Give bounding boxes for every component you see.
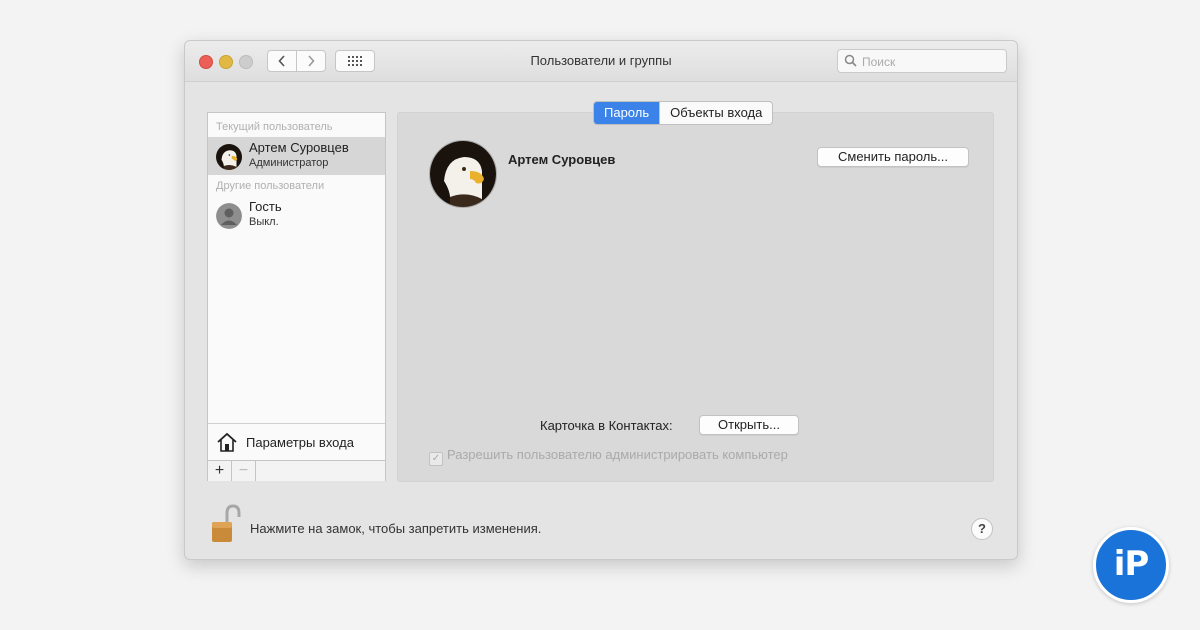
current-user-header: Текущий пользователь	[216, 121, 333, 133]
login-options-label: Параметры входа	[246, 435, 354, 450]
preferences-window: Пользователи и группы Текущий пользовате…	[184, 40, 1018, 560]
titlebar: Пользователи и группы	[185, 41, 1017, 82]
user-row-admin[interactable]: Артем Суровцев Администратор	[208, 137, 385, 175]
show-all-button[interactable]	[335, 50, 375, 72]
user-avatar-large[interactable]	[429, 140, 497, 208]
chevron-left-icon	[278, 55, 285, 67]
search-input[interactable]	[860, 52, 1004, 72]
guest-avatar-icon	[216, 203, 242, 229]
avatar	[216, 203, 242, 229]
tab-login-items[interactable]: Объекты входа	[659, 102, 772, 124]
user-full-name: Артем Суровцев	[508, 152, 616, 167]
remove-user-button[interactable]: −	[232, 461, 256, 481]
back-button[interactable]	[267, 50, 297, 72]
contacts-card-label: Карточка в Контактах:	[540, 418, 673, 433]
avatar	[216, 144, 242, 170]
allow-admin-label: Разрешить пользователю администрировать …	[447, 447, 788, 462]
add-user-button[interactable]: +	[208, 461, 232, 481]
forward-button[interactable]	[296, 50, 326, 72]
zoom-button[interactable]	[239, 55, 253, 69]
close-button[interactable]	[199, 55, 213, 69]
minimize-button[interactable]	[219, 55, 233, 69]
tab-bar: Пароль Объекты входа	[593, 101, 774, 125]
lock-hint: Нажмите на замок, чтобы запретить измене…	[250, 521, 542, 536]
user-status: Выкл.	[249, 216, 279, 228]
unlocked-padlock-icon[interactable]	[209, 503, 243, 545]
users-sidebar: Текущий пользователь Артем Суровцев Адми…	[207, 112, 386, 481]
chevron-right-icon	[308, 55, 315, 67]
user-name: Гость	[249, 199, 282, 214]
open-contacts-button[interactable]: Открыть...	[699, 415, 799, 435]
allow-admin-row: ✓ Разрешить пользователю администрировать…	[429, 447, 788, 466]
house-icon	[217, 432, 237, 452]
user-row-guest[interactable]: Гость Выкл.	[208, 196, 385, 234]
eagle-avatar-icon	[430, 141, 496, 207]
help-button[interactable]: ?	[971, 518, 993, 540]
allow-admin-checkbox[interactable]: ✓	[429, 452, 443, 466]
search-field[interactable]	[837, 49, 1007, 73]
user-role: Администратор	[249, 157, 329, 169]
user-name: Артем Суровцев	[249, 140, 349, 155]
tab-password[interactable]: Пароль	[594, 102, 660, 124]
iphones-logo: iP	[1093, 527, 1169, 603]
login-options-item[interactable]: Параметры входа	[208, 423, 385, 461]
add-remove-bar: + −	[208, 460, 385, 481]
other-users-header: Другие пользователи	[216, 180, 325, 192]
grid-icon	[348, 56, 362, 66]
change-password-button[interactable]: Сменить пароль...	[817, 147, 969, 167]
eagle-avatar-icon	[216, 144, 242, 170]
search-icon	[844, 54, 857, 67]
